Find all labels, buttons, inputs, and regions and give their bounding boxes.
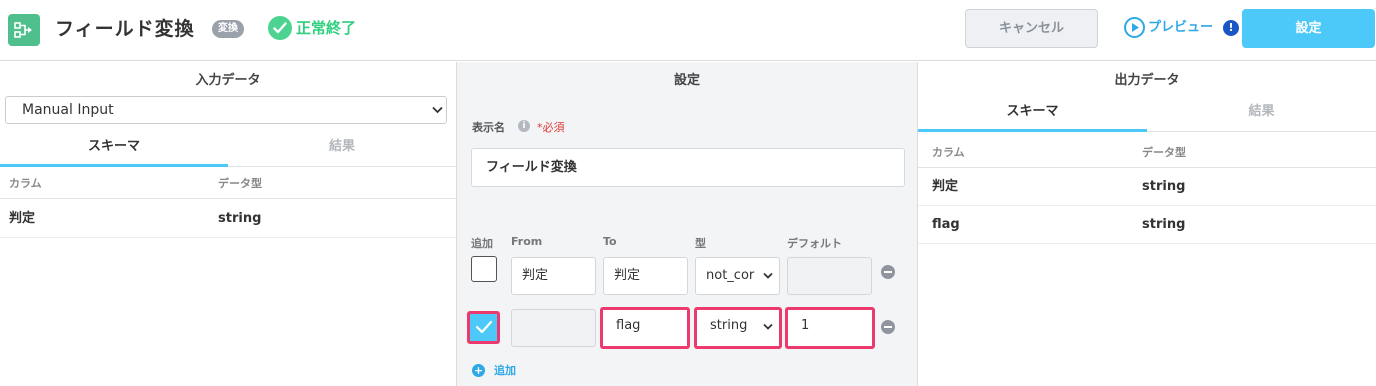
alert-icon: ! [1223, 20, 1239, 36]
column-header-name: カラム [9, 177, 42, 190]
chevron-down-icon [432, 106, 443, 114]
column-header-type: データ型 [218, 177, 262, 190]
input-panel-title: 入力データ [195, 73, 261, 88]
tab-output-result[interactable]: 結果 [1147, 94, 1376, 132]
chevron-down-icon [763, 323, 773, 330]
row-column-name: flag [932, 217, 960, 232]
cancel-button[interactable]: キャンセル [965, 9, 1098, 48]
column-header-add: 追加 [471, 237, 493, 250]
type-select-value: not_cor [706, 268, 755, 283]
type-select[interactable]: not_cor [695, 257, 780, 295]
save-button[interactable]: 設定 [1242, 9, 1375, 48]
output-tabs: スキーマ 結果 [918, 94, 1376, 132]
input-table-header: カラム データ型 [0, 169, 456, 199]
row-column-type: string [218, 211, 262, 226]
settings-panel: 設定 表示名 i *必須 フィールド変換 追加 From To 型 デフォルト … [457, 62, 918, 386]
input-source-select[interactable]: Manual Input [5, 96, 447, 124]
plus-circle-icon: + [472, 364, 485, 377]
add-checkbox[interactable] [471, 256, 497, 282]
info-icon[interactable]: i [518, 120, 530, 132]
from-field[interactable]: 判定 [511, 257, 596, 295]
input-tabs: スキーマ 結果 [0, 129, 456, 167]
column-header-name: カラム [932, 146, 965, 159]
preview-label: プレビュー [1148, 20, 1214, 35]
remove-row-icon[interactable] [881, 320, 895, 334]
column-header-type: データ型 [1142, 146, 1186, 159]
status-text: 正常終了 [296, 19, 357, 37]
column-header-from: From [511, 235, 543, 248]
output-table-header: カラム データ型 [918, 138, 1376, 168]
header-bar: フィールド変換 変換 正常終了 キャンセル プレビュー ! 設定 [0, 0, 1376, 61]
to-field[interactable]: 判定 [603, 257, 688, 295]
chevron-down-icon [763, 272, 773, 279]
field-transform-icon [8, 14, 40, 46]
checkmark-icon [475, 320, 493, 334]
row-column-type: string [1142, 217, 1186, 232]
from-field[interactable] [511, 309, 596, 347]
page-title: フィールド変換 [55, 18, 195, 40]
row-column-name: 判定 [9, 211, 36, 226]
check-circle-icon [268, 16, 292, 40]
to-field[interactable]: flag [600, 307, 690, 349]
add-field-label: 追加 [494, 364, 516, 377]
settings-panel-title: 設定 [673, 73, 700, 88]
tab-input-schema[interactable]: スキーマ [0, 129, 228, 167]
input-panel: 入力データ Manual Input スキーマ 結果 カラム データ型 判定 s… [0, 62, 457, 386]
default-field[interactable] [787, 257, 872, 295]
column-header-to: To [603, 235, 617, 248]
tab-output-schema[interactable]: スキーマ [918, 94, 1147, 132]
tab-input-result[interactable]: 結果 [228, 129, 456, 167]
column-header-type: 型 [695, 237, 706, 250]
table-row: 判定 string [918, 168, 1376, 206]
type-select-value: string [710, 318, 748, 333]
display-name-input[interactable]: フィールド変換 [471, 148, 905, 187]
type-select[interactable]: string [694, 307, 782, 349]
category-badge: 変換 [212, 20, 244, 38]
output-panel-title: 出力データ [1114, 73, 1180, 88]
remove-row-icon[interactable] [881, 265, 895, 279]
row-column-type: string [1142, 179, 1186, 194]
input-source-value: Manual Input [22, 102, 114, 118]
add-checkbox-checked[interactable] [467, 311, 500, 344]
table-row: flag string [918, 206, 1376, 244]
display-name-label: 表示名 [472, 121, 505, 134]
default-field[interactable]: 1 [785, 307, 875, 349]
column-header-default: デフォルト [787, 237, 842, 250]
table-row: 判定 string [0, 200, 456, 238]
output-panel: 出力データ スキーマ 結果 カラム データ型 判定 string flag st… [918, 62, 1376, 386]
play-icon [1124, 17, 1145, 38]
required-marker: *必須 [537, 121, 565, 134]
row-column-name: 判定 [932, 179, 959, 194]
